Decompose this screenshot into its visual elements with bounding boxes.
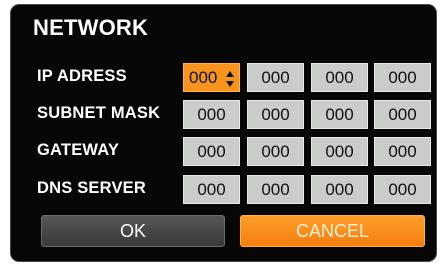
- dns-server-octet-3[interactable]: 000: [311, 175, 368, 204]
- gateway-row: GATEWAY 000 000 000 000: [11, 137, 436, 167]
- dns-server-octet-2[interactable]: 000: [247, 175, 304, 204]
- ip-address-row: IP ADRESS 000 000 000 000: [11, 63, 436, 93]
- gateway-octet-2[interactable]: 000: [247, 137, 304, 166]
- cancel-button[interactable]: CANCEL: [240, 215, 425, 247]
- dns-server-row: DNS SERVER 000 000 000 000: [11, 175, 436, 205]
- gateway-octet-1[interactable]: 000: [183, 137, 240, 166]
- gateway-octet-3[interactable]: 000: [311, 137, 368, 166]
- subnet-mask-octet-4[interactable]: 000: [374, 100, 431, 129]
- subnet-mask-octet-1[interactable]: 000: [183, 100, 240, 129]
- subnet-mask-row: SUBNET MASK 000 000 000 000: [11, 100, 436, 130]
- ok-button[interactable]: OK: [41, 215, 225, 247]
- subnet-mask-octet-3[interactable]: 000: [311, 100, 368, 129]
- ip-address-octet-4[interactable]: 000: [374, 63, 431, 92]
- dns-server-label: DNS SERVER: [37, 179, 146, 197]
- ip-address-octet-3[interactable]: 000: [311, 63, 368, 92]
- ip-address-octet-1[interactable]: 000: [183, 63, 240, 92]
- dialog-title: NETWORK: [33, 15, 149, 40]
- ip-address-label: IP ADRESS: [37, 67, 127, 85]
- gateway-label: GATEWAY: [37, 141, 120, 159]
- subnet-mask-label: SUBNET MASK: [37, 104, 161, 122]
- subnet-mask-octet-2[interactable]: 000: [247, 100, 304, 129]
- gateway-octet-4[interactable]: 000: [374, 137, 431, 166]
- ip-address-octet-2[interactable]: 000: [247, 63, 304, 92]
- up-down-arrows-icon[interactable]: [226, 71, 235, 87]
- dns-server-octet-4[interactable]: 000: [374, 175, 431, 204]
- network-dialog: NETWORK IP ADRESS 000 000 000 000 SUBNET…: [10, 4, 437, 262]
- octet-value: 000: [189, 67, 218, 87]
- dns-server-octet-1[interactable]: 000: [183, 175, 240, 204]
